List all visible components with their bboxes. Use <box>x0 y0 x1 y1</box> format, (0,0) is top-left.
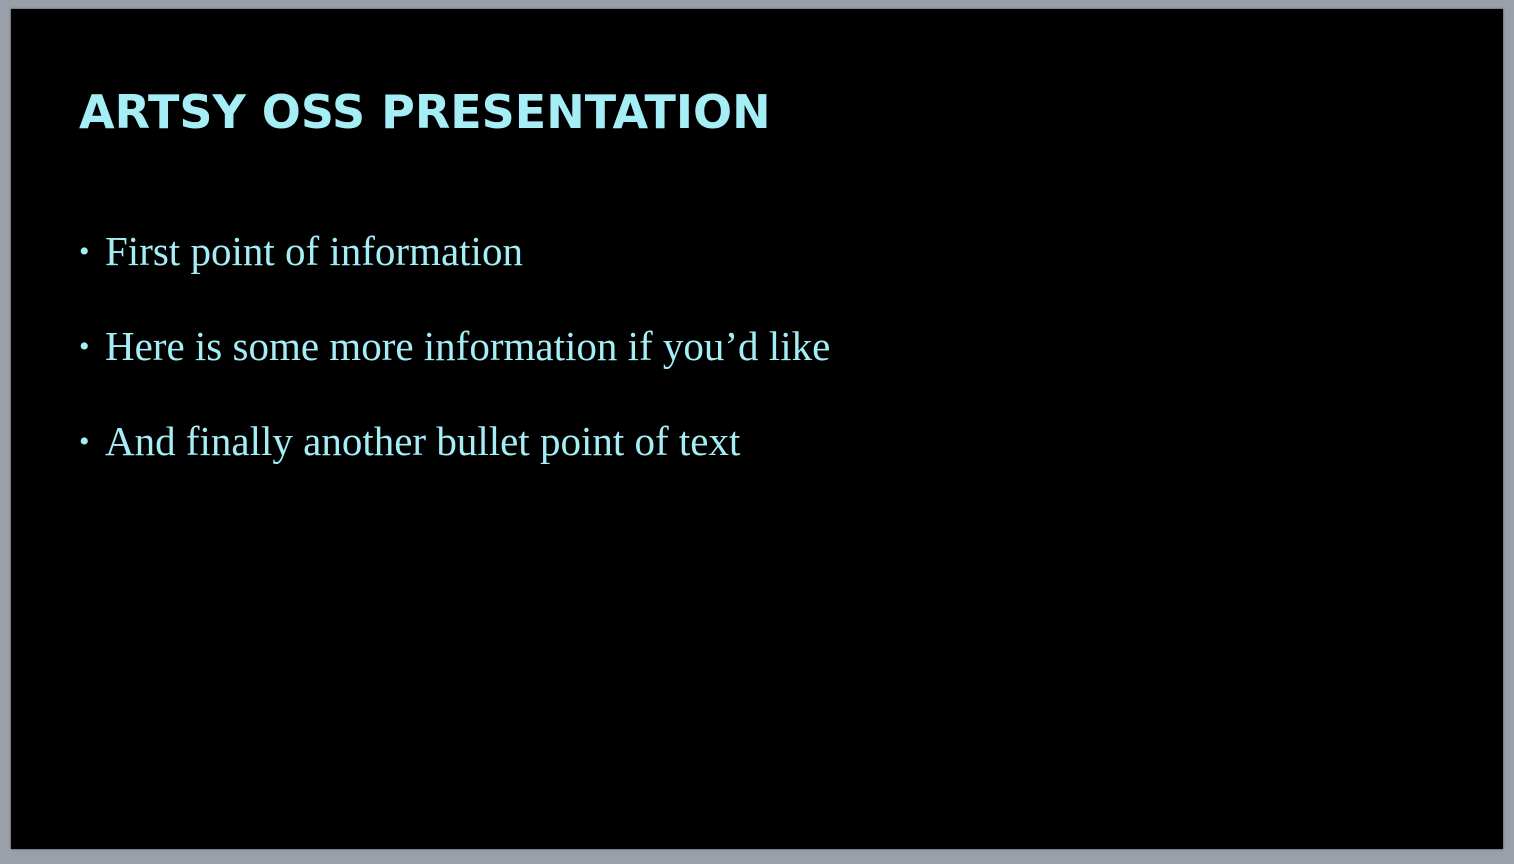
slide-canvas[interactable]: ARTSY OSS PRESENTATION • First point of … <box>11 9 1503 849</box>
bullet-item: • Here is some more information if you’d… <box>79 322 830 417</box>
bullet-text: First point of information <box>105 228 523 274</box>
bullet-text: Here is some more information if you’d l… <box>105 323 831 369</box>
bullet-list: • First point of information • Here is s… <box>79 227 830 512</box>
bullet-item: • First point of information <box>79 227 830 322</box>
bullet-icon: • <box>79 235 90 268</box>
bullet-icon: • <box>79 425 90 458</box>
bullet-text: And finally another bullet point of text <box>105 418 741 464</box>
bullet-item: • And finally another bullet point of te… <box>79 417 830 512</box>
bullet-icon: • <box>79 330 90 363</box>
presentation-window: ARTSY OSS PRESENTATION • First point of … <box>0 0 1514 864</box>
slide-title: ARTSY OSS PRESENTATION <box>79 85 771 139</box>
